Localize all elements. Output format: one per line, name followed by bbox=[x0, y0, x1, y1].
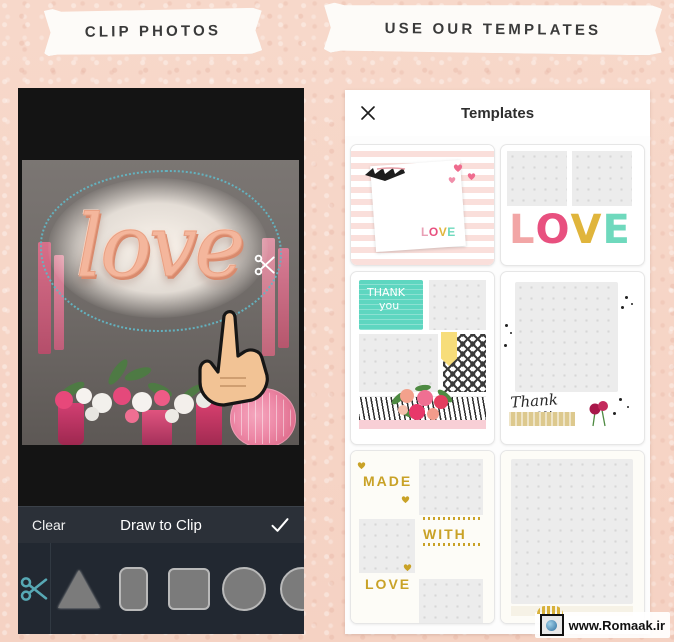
header-tape-use-our-templates: USE OUR TEMPLATES bbox=[324, 3, 662, 56]
heart-icon bbox=[357, 462, 366, 470]
circle-shape-tool[interactable] bbox=[216, 543, 271, 634]
heart-icon bbox=[467, 173, 476, 181]
speck-decoration bbox=[504, 344, 507, 347]
photo-placeholder bbox=[419, 579, 483, 623]
thank-you-mint-block: THANK you bbox=[359, 280, 423, 330]
speck-decoration bbox=[627, 406, 629, 408]
templates-screen: Templates LOVE LOVE THANK you Thank MADE… bbox=[345, 90, 650, 634]
speck-decoration bbox=[625, 296, 628, 299]
template-thumb-made-with-love[interactable]: MADE WITH LOVE bbox=[350, 450, 495, 624]
you-label: you bbox=[379, 299, 400, 312]
scissors-cursor bbox=[254, 254, 275, 276]
clear-button[interactable]: Clear bbox=[32, 517, 65, 533]
confirm-checkmark-button[interactable] bbox=[270, 515, 290, 535]
rounded-rect-shape-tool[interactable] bbox=[106, 543, 161, 634]
clip-toolbar: Clear Draw to Clip bbox=[18, 506, 304, 544]
clip-canvas[interactable]: love bbox=[18, 88, 304, 506]
floral-decoration bbox=[391, 384, 453, 420]
template-thumb-big-love-blocks[interactable]: LOVE bbox=[500, 144, 645, 266]
pointing-hand-cursor bbox=[198, 310, 269, 407]
triangle-shape-tool[interactable] bbox=[51, 543, 106, 634]
arrow-decoration bbox=[365, 167, 406, 181]
template-love-label: LOVE bbox=[509, 207, 631, 253]
floral-decoration bbox=[589, 401, 608, 427]
close-icon[interactable] bbox=[359, 104, 377, 122]
template-thumb-thank-you-script[interactable]: Thank you bbox=[500, 271, 645, 445]
speck-decoration bbox=[510, 332, 512, 334]
thank-label: THANK bbox=[367, 286, 405, 299]
photo-placeholder bbox=[507, 151, 567, 206]
washi-tape-strip bbox=[509, 412, 575, 426]
heart-icon bbox=[403, 564, 412, 572]
speck-decoration bbox=[613, 412, 616, 415]
template-love-label: LOVE bbox=[421, 225, 456, 239]
templates-grid[interactable]: LOVE LOVE THANK you Thank MADE WITH LOVE bbox=[345, 136, 650, 634]
templates-header: Templates bbox=[345, 90, 650, 137]
speck-decoration bbox=[621, 306, 624, 309]
header-tape-left-label: CLIP PHOTOS bbox=[84, 22, 222, 41]
made-label: MADE bbox=[363, 473, 413, 489]
love-label: LOVE bbox=[365, 576, 412, 592]
photo-placeholder bbox=[572, 151, 632, 206]
circle-partial-shape-tool[interactable] bbox=[271, 543, 304, 634]
gold-dot-line bbox=[423, 517, 481, 520]
header-tape-clip-photos: CLIP PHOTOS bbox=[44, 7, 262, 56]
watermark-text: www.Romaak.ir bbox=[568, 617, 665, 633]
heart-icon bbox=[453, 164, 463, 172]
draw-to-clip-title: Draw to Clip bbox=[120, 516, 202, 534]
photo-placeholder bbox=[515, 282, 618, 392]
shape-tools-strip bbox=[18, 543, 304, 634]
templates-title: Templates bbox=[460, 104, 535, 122]
gold-dot-line bbox=[423, 543, 481, 546]
speck-decoration bbox=[619, 398, 622, 401]
photo-placeholder bbox=[429, 280, 486, 330]
globe-logo-icon bbox=[536, 606, 564, 636]
with-label: WITH bbox=[423, 526, 467, 542]
clip-photos-screen: love Clear Draw to Clip bbox=[18, 88, 304, 634]
scissors-icon bbox=[20, 576, 48, 601]
photo-placeholder bbox=[511, 459, 633, 604]
template-thumb-thank-you-mint[interactable]: THANK you bbox=[350, 271, 495, 445]
scissors-tool-button[interactable] bbox=[18, 543, 51, 634]
photo-placeholder bbox=[419, 459, 483, 515]
speck-decoration bbox=[631, 303, 633, 305]
template-thumb-striped-love-card[interactable]: LOVE bbox=[350, 144, 495, 266]
heart-icon bbox=[448, 177, 456, 184]
template-thumb-plain-dot-frame[interactable] bbox=[500, 450, 645, 624]
watermark: www.Romaak.ir bbox=[534, 606, 670, 638]
header-tape-right-label: USE OUR TEMPLATES bbox=[384, 19, 602, 39]
photo-love-balloons[interactable]: love bbox=[22, 160, 299, 445]
square-shape-tool[interactable] bbox=[161, 543, 216, 634]
heart-icon bbox=[401, 496, 410, 504]
speck-decoration bbox=[505, 324, 508, 327]
